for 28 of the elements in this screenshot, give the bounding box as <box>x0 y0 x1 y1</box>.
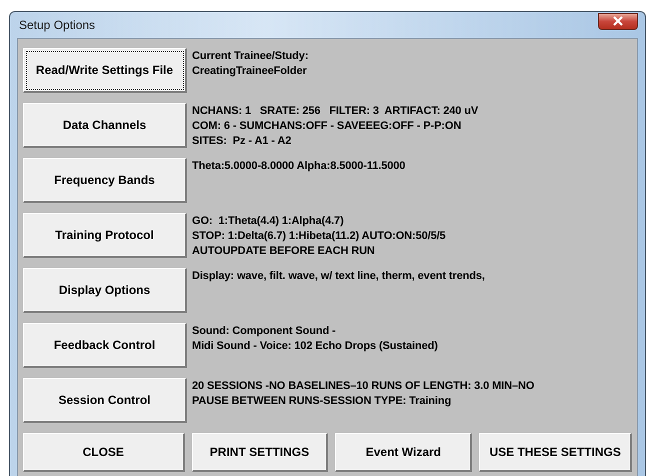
setting-summary: 20 SESSIONS -NO BASELINES–10 RUNS OF LENGTH: 3.0 MIN–NO <box>192 379 534 394</box>
section-button[interactable]: Display Options <box>23 268 187 313</box>
setting-summary: Theta:5.0000-8.0000 Alpha:8.5000-11.5000 <box>192 159 406 174</box>
close-button[interactable] <box>598 12 638 30</box>
dialog-button[interactable]: USE THESE SETTINGS <box>479 433 632 472</box>
setting-summary: Current Trainee/Study: <box>192 49 308 64</box>
section-button[interactable]: Feedback Control <box>23 323 187 368</box>
setting-summary: Sound: Component Sound - <box>192 324 337 339</box>
setting-summary: Midi Sound - Voice: 102 Echo Drops (Sustained) <box>192 339 438 354</box>
dialog-button[interactable]: Event Wizard <box>335 433 472 472</box>
section-button[interactable]: Session Control <box>23 378 187 423</box>
close-icon <box>612 16 624 26</box>
setting-summary: CreatingTraineeFolder <box>192 64 308 79</box>
setting-summary: Display: wave, filt. wave, w/ text line, therm, event trends, <box>192 269 485 284</box>
setting-summary: GO: 1:Theta(4.4) 1:Alpha(4.7) <box>192 214 345 229</box>
section-button[interactable]: Frequency Bands <box>23 158 187 203</box>
setting-summary: SITES: Pz - A1 - A2 <box>192 134 292 149</box>
dialog-button[interactable]: CLOSE <box>23 433 185 472</box>
section-button[interactable]: Training Protocol <box>23 213 187 258</box>
setting-summary: AUTOUPDATE BEFORE EACH RUN <box>192 244 376 259</box>
section-button[interactable]: Data Channels <box>23 103 187 148</box>
setting-summary: NCHANS: 1 SRATE: 256 FILTER: 3 ARTIFACT: 240 uV <box>192 104 478 119</box>
setting-summary: PAUSE BETWEEN RUNS-SESSION TYPE: Training <box>192 394 452 409</box>
dialog-button[interactable]: PRINT SETTINGS <box>192 433 328 472</box>
setting-summary: COM: 6 - SUMCHANS:OFF - SAVEEEG:OFF - P-P:ON <box>192 119 462 134</box>
window-title: Setup Options <box>18 18 96 32</box>
section-button[interactable]: Read/Write Settings File <box>23 48 187 93</box>
setting-summary: STOP: 1:Delta(6.7) 1:Hibeta(11.2) AUTO:ON:50/5/5 <box>192 229 446 244</box>
